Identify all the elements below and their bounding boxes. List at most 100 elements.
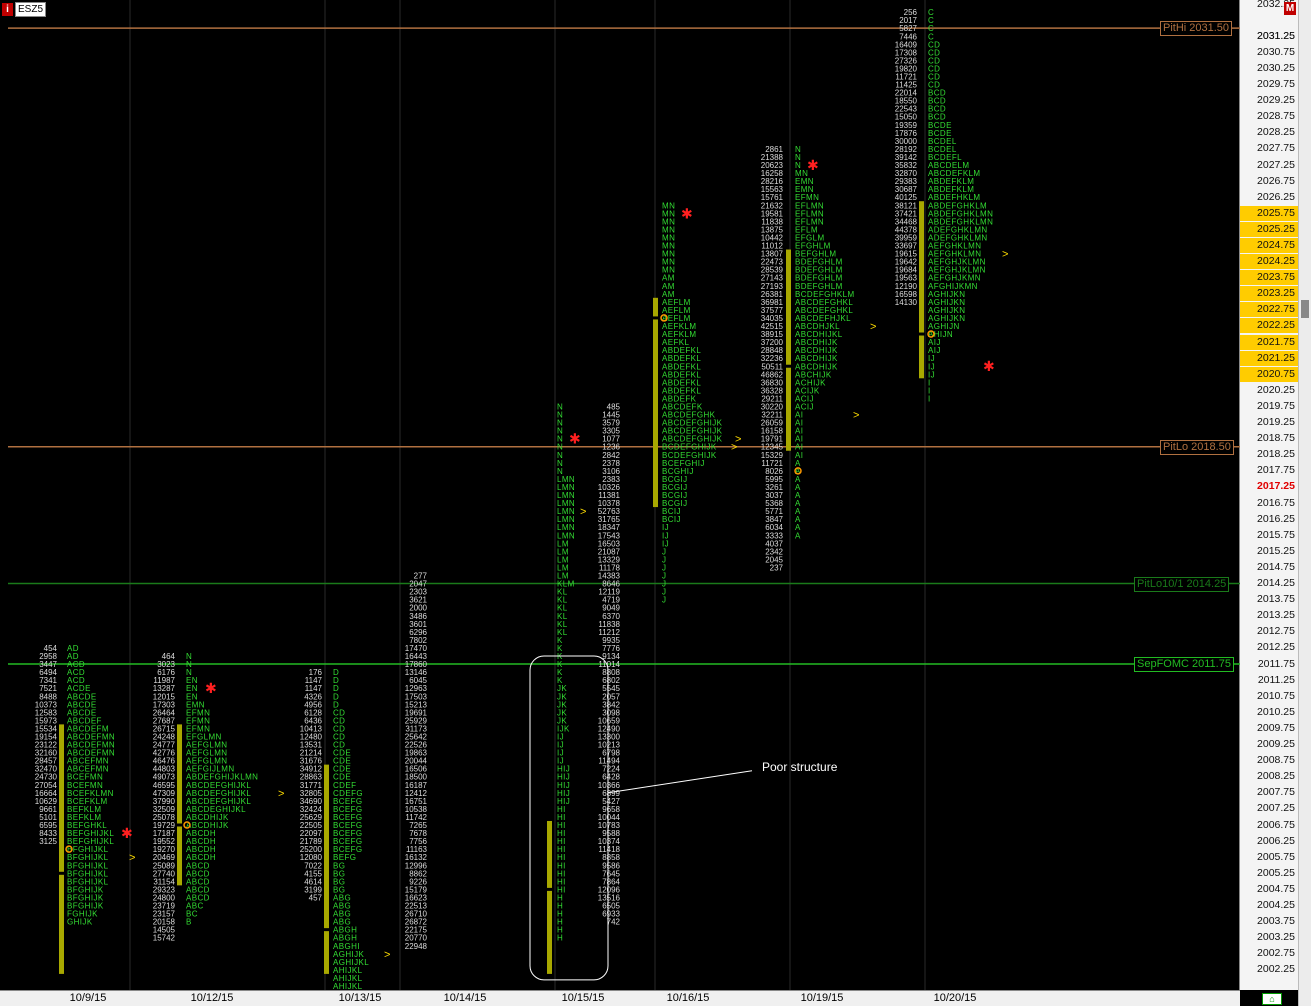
value-area-bar	[653, 297, 658, 508]
price-axis[interactable]: 2032.25 2031.25 2031.25 2030.75 2030.25 2029.…	[1240, 0, 1298, 990]
value-area-bar	[177, 724, 182, 886]
poc-marker	[323, 928, 330, 932]
info-button[interactable]: i	[2, 2, 13, 16]
price-tick: 2017.75	[1257, 464, 1295, 477]
price-tick: 2022.25	[1240, 318, 1298, 334]
volume-value: 457	[309, 893, 323, 902]
tpo-row: I	[928, 394, 931, 403]
price-tick: 2005.75	[1257, 850, 1295, 863]
price-tick: 2012.75	[1257, 625, 1295, 638]
volume-value: 14130	[895, 298, 918, 307]
home-icon[interactable]: ⌂	[1262, 993, 1282, 1005]
level-label: PitHi 2031.50	[1160, 21, 1233, 37]
annotation-box	[529, 655, 609, 981]
price-tick: 2014.25	[1257, 577, 1295, 590]
price-tick: 2028.25	[1257, 126, 1295, 139]
volume-value: 237	[770, 563, 784, 572]
price-tick: 2008.75	[1257, 754, 1295, 767]
arrow-icon: >	[129, 852, 135, 864]
price-tick: 2019.75	[1257, 399, 1295, 412]
date-label: 10/15/15	[561, 992, 605, 1004]
volume-value: 3125	[39, 837, 57, 846]
price-tick: 2021.75	[1240, 334, 1298, 350]
annotation-connector	[607, 770, 753, 794]
star-icon: ✱	[681, 205, 693, 221]
price-tick: 2015.75	[1257, 528, 1295, 541]
price-tick: 2002.25	[1257, 963, 1295, 976]
price-tick: 2019.25	[1257, 416, 1295, 429]
arrow-icon: >	[580, 506, 586, 518]
price-tick: 2013.75	[1257, 593, 1295, 606]
poc-marker	[785, 364, 792, 368]
price-tick: 2004.75	[1257, 882, 1295, 895]
date-label: 10/19/15	[800, 992, 844, 1004]
poc-marker	[58, 871, 65, 875]
arrow-icon: >	[853, 410, 859, 422]
date-label: 10/16/15	[666, 992, 710, 1004]
price-tick: 2006.75	[1257, 818, 1295, 831]
arrow-icon: >	[278, 788, 284, 800]
symbol-label[interactable]: ESZ5	[15, 1, 47, 17]
tpo-row: AHIJKL	[333, 982, 363, 990]
level-label: SepFOMC 2011.75	[1134, 657, 1234, 673]
price-tick: 2018.25	[1257, 448, 1295, 461]
price-tick: 2014.75	[1257, 560, 1295, 573]
star-icon: ✱	[983, 358, 995, 374]
price-tick: 2004.25	[1257, 898, 1295, 911]
price-tick: 2007.75	[1257, 786, 1295, 799]
tpo-row: B	[186, 918, 192, 927]
price-tick: 2021.25	[1240, 350, 1298, 366]
price-tick: 2003.25	[1257, 931, 1295, 944]
scroll-thumb[interactable]	[1301, 300, 1309, 318]
price-tick: 2020.25	[1257, 383, 1295, 396]
arrow-icon: >	[1002, 249, 1008, 261]
date-label: 10/14/15	[443, 992, 487, 1004]
date-label: 10/9/15	[69, 992, 107, 1004]
date-label: 10/20/15	[933, 992, 977, 1004]
price-tick: 2031.25	[1257, 29, 1295, 42]
market-profile-chart[interactable]: AD AD ACD ACD ACD ACDE ABCDE ABCDE ABCDE ABCDEF AB…	[0, 0, 1240, 990]
value-area-bar	[786, 249, 791, 451]
poc-marker	[918, 332, 925, 336]
value-area-bar	[547, 820, 552, 974]
price-tick: 2009.75	[1257, 721, 1295, 734]
price-tick: 2026.25	[1257, 190, 1295, 203]
menu-button[interactable]: M	[1284, 2, 1296, 15]
level-label: PitLo 2018.50	[1160, 439, 1234, 455]
price-tick: 2002.75	[1257, 947, 1295, 960]
arrow-icon: >	[384, 949, 390, 961]
date-label: 10/12/15	[190, 992, 234, 1004]
level-label: PitLo10/1 2014.25	[1134, 576, 1230, 592]
star-icon: ✱	[807, 157, 819, 173]
annotation-text: Poor structure	[762, 759, 838, 774]
tpo-row: A	[795, 531, 801, 540]
poc-marker	[176, 823, 183, 827]
date-label: 10/13/15	[338, 992, 382, 1004]
price-tick: 2008.25	[1257, 770, 1295, 783]
value-area-bar	[324, 764, 329, 974]
price-tick: 2011.75	[1257, 657, 1295, 670]
price-tick: 2023.75	[1240, 270, 1298, 286]
price-tick: 2026.75	[1257, 174, 1295, 187]
price-tick: 2013.25	[1257, 609, 1295, 622]
price-tick: 2016.25	[1257, 512, 1295, 525]
star-icon: ✱	[569, 431, 581, 447]
vertical-scrollbar[interactable]	[1298, 0, 1311, 1006]
chart-canvas[interactable]: ADADACDACDACDACDEABCDEABCDEABCDEABCDEFAB…	[0, 0, 1240, 990]
poc-marker	[652, 316, 659, 320]
value-area-bar	[59, 724, 64, 974]
price-tick: 2003.75	[1257, 915, 1295, 928]
tpo-row: H	[557, 934, 563, 943]
price-tick: 2022.75	[1240, 302, 1298, 318]
price-tick: 2018.75	[1257, 432, 1295, 445]
price-tick: 2027.75	[1257, 142, 1295, 155]
volume-value: 15742	[153, 934, 176, 943]
price-tick: 2016.75	[1257, 496, 1295, 509]
price-tick: 2012.25	[1257, 641, 1295, 654]
arrow-icon: >	[735, 434, 741, 446]
price-tick: 2029.75	[1257, 78, 1295, 90]
price-tick: 2010.75	[1257, 689, 1295, 702]
price-tick: 2011.25	[1257, 673, 1295, 686]
volume-value: 22948	[405, 942, 428, 951]
price-tick: 2006.25	[1257, 834, 1295, 847]
